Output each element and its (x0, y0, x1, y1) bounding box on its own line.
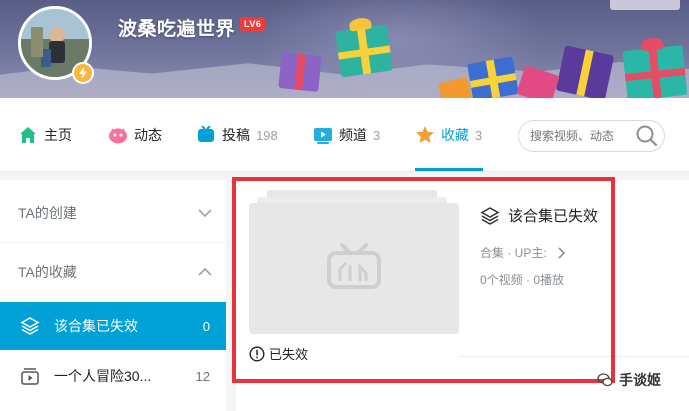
tab-activity-label: 动态 (134, 127, 162, 143)
collection-uploader[interactable]: 合集 · UP主: (480, 244, 567, 261)
tab-activity[interactable]: 动态 (108, 98, 162, 172)
expired-status-label: 已失效 (269, 347, 309, 362)
gift-box-decoration (467, 56, 519, 98)
tab-channel-label: 频道 (339, 127, 367, 143)
collection-title[interactable]: 该合集已失效 (480, 205, 598, 226)
sidebar-item-adventure[interactable]: 一个人冒险30... 12 (0, 352, 226, 400)
wechat-icon (597, 372, 613, 388)
tab-favorites-count: 3 (475, 127, 483, 143)
chevron-down-icon (198, 206, 212, 220)
tab-favorites-label: 收藏 (441, 127, 469, 143)
gift-box-decoration (278, 52, 322, 92)
search-icon[interactable] (634, 123, 660, 149)
lightning-icon (72, 62, 94, 84)
avatar[interactable] (18, 6, 94, 84)
section-created-label: TA的创建 (18, 205, 77, 221)
layers-icon (20, 316, 40, 336)
tab-home[interactable]: 主页 (18, 98, 72, 172)
sidebar-item-collection-expired[interactable]: 该合集已失效 0 (0, 302, 226, 350)
video-list-icon (20, 366, 40, 386)
expired-status: 已失效 (249, 344, 308, 363)
activity-icon (108, 125, 128, 145)
watermark: 手谈姬 (597, 370, 661, 390)
collection-title-label: 该合集已失效 (508, 208, 599, 225)
tab-channel-count: 3 (373, 127, 381, 143)
active-tab-indicator (415, 168, 483, 171)
tab-home-label: 主页 (44, 127, 72, 143)
tab-favorites[interactable]: 收藏 3 (415, 98, 482, 172)
tab-channel[interactable]: 频道 3 (313, 98, 380, 172)
sidebar-item-count: 12 (195, 368, 210, 384)
collection-meta-label: 合集 · UP主: (480, 246, 547, 260)
sidebar-item-label: 一个人冒险30... (54, 368, 152, 384)
tv-placeholder-icon (326, 241, 382, 296)
channel-icon (313, 125, 333, 145)
favorites-sidebar: TA的创建 TA的收藏 该合集已失效 0 一个人冒险30... 12 (0, 180, 226, 411)
home-icon (18, 125, 38, 145)
gift-box-decoration (555, 45, 615, 98)
section-collected-label: TA的收藏 (18, 264, 77, 280)
section-collected[interactable]: TA的收藏 (0, 243, 226, 301)
star-icon (415, 125, 435, 145)
profile-banner: 波桑吃遍世界 LV6 (0, 0, 689, 98)
username[interactable]: 波桑吃遍世界 (118, 14, 235, 41)
sidebar-item-count: 0 (202, 318, 210, 334)
chevron-up-icon (198, 265, 212, 279)
info-circle-icon (249, 345, 265, 362)
row-divider (459, 356, 689, 357)
gift-box-decoration (622, 37, 688, 98)
collection-cover[interactable] (249, 203, 459, 334)
layers-icon (480, 206, 500, 226)
gift-box-decoration (335, 16, 393, 78)
tv-icon (196, 125, 216, 145)
section-created[interactable]: TA的创建 (0, 184, 226, 242)
gift-box-decoration (610, 0, 680, 10)
tab-uploads-count: 198 (256, 127, 278, 143)
level-badge: LV6 (240, 17, 266, 31)
sidebar-item-label: 该合集已失效 (54, 318, 138, 334)
chevron-right-icon (555, 246, 567, 259)
watermark-label: 手谈姬 (619, 372, 661, 388)
tab-uploads-label: 投稿 (222, 127, 250, 143)
collection-stats: 0个视频 · 0播放 (480, 273, 565, 287)
tab-uploads[interactable]: 投稿 198 (196, 98, 278, 172)
